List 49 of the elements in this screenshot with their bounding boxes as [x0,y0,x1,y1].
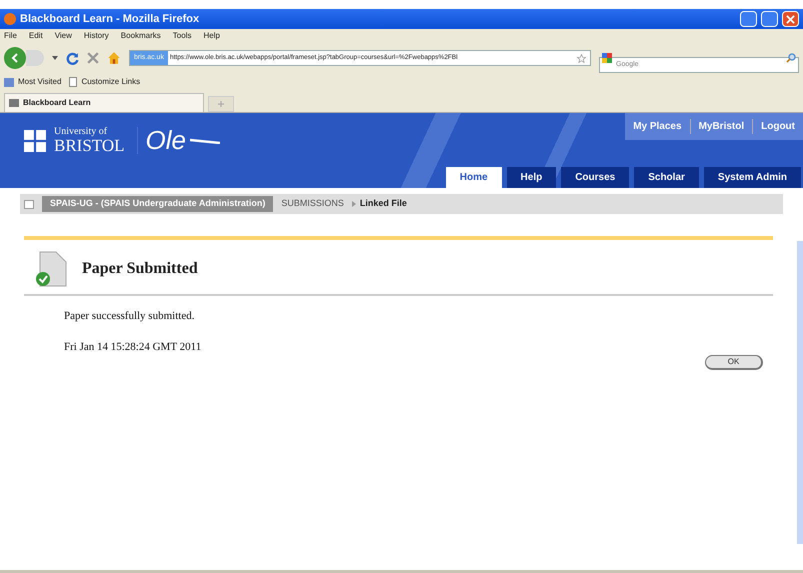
top-link[interactable]: MyBristol [690,119,752,134]
plus-icon [218,101,224,107]
reload-icon[interactable] [66,52,79,64]
menu-item[interactable]: Tools [172,30,192,42]
nav-tab[interactable]: System Admin [704,167,801,188]
bookmark-link[interactable]: Most Visited [18,76,62,88]
maximize-button[interactable] [761,11,778,27]
back-button[interactable] [4,47,26,69]
stop-icon[interactable] [87,52,99,64]
receipt-title: Paper Submitted [82,259,198,279]
bookmark-link[interactable]: Customize Links [81,76,140,88]
menu-item[interactable]: View [54,30,72,42]
menu-item[interactable]: Help [203,30,220,42]
menu-item[interactable]: Bookmarks [120,30,161,42]
breadcrumb-item: Linked File [360,197,407,210]
browser-logo-icon [4,13,16,25]
dropdown-icon[interactable] [52,56,58,60]
menu-item[interactable]: History [84,30,109,42]
browser-tab[interactable]: Blackboard Learn [4,93,204,112]
bookmark-icon [4,78,14,86]
menu-item[interactable]: File [4,30,17,42]
chevron-icon [352,201,356,207]
receipt-timestamp: Fri Jan 14 15:28:24 GMT 2011 [63,340,202,354]
breadcrumb-item[interactable]: SUBMISSIONS [281,197,344,211]
nav-tab[interactable]: Courses [561,167,630,188]
receipt-message: Paper successfully submitted. [63,309,194,324]
close-icon [786,14,795,24]
top-link[interactable]: Logout [752,119,803,134]
search-icon[interactable] [786,53,796,63]
nav-tab[interactable]: Scholar [634,167,699,188]
brand-name: Ole [146,124,186,157]
minimize-button[interactable] [740,11,757,27]
breadcrumb-icon [24,200,34,208]
scrollbar[interactable] [797,241,803,544]
window-title: Blackboard Learn - Mozilla Firefox [20,12,200,27]
nav-tab[interactable]: Home [446,167,502,188]
close-button[interactable] [782,11,799,27]
swoosh-icon [190,138,220,144]
bookmark-icon [69,77,78,87]
menu-item[interactable]: Edit [28,30,43,42]
search-engine-icon [602,53,612,63]
home-icon[interactable] [107,51,121,65]
logo-text: BRISTOL [54,137,125,154]
nav-tab[interactable]: Help [506,167,556,188]
ok-button[interactable]: OK [705,355,763,370]
logo-text: University of [54,127,108,137]
star-icon[interactable] [577,54,586,62]
top-link[interactable]: My Places [625,119,690,134]
crest-icon [24,130,46,152]
